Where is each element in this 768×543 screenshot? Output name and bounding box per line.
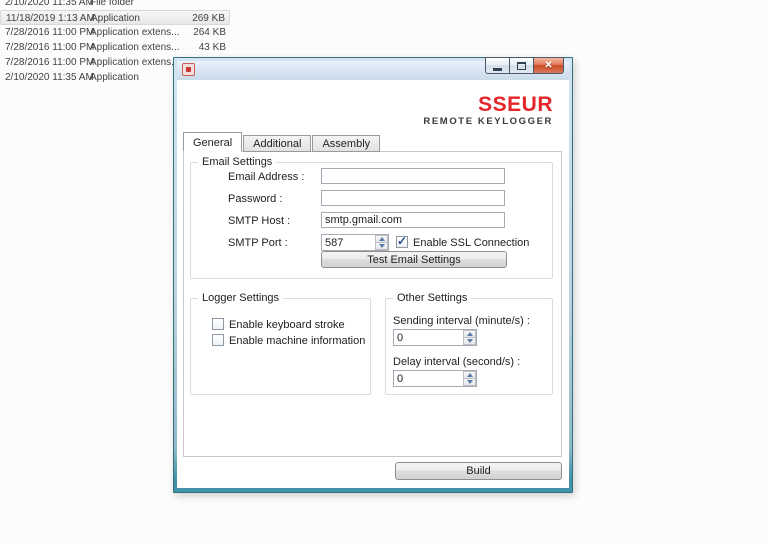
window-controls: ✕: [486, 57, 564, 74]
tab-additional[interactable]: Additional: [243, 135, 311, 152]
smtp-host-label: SMTP Host :: [228, 215, 290, 227]
arrow-down-icon: [467, 380, 473, 384]
file-size: 43 KB: [199, 40, 226, 55]
spinner-buttons: [463, 371, 476, 386]
ssl-checkbox[interactable]: ✓: [396, 236, 408, 248]
arrow-down-icon: [467, 339, 473, 343]
arrow-up-icon: [467, 332, 473, 336]
app-icon: [182, 63, 195, 76]
file-type: Application extens...: [90, 55, 180, 70]
file-row-selected[interactable]: 11/18/2019 1:13 AM Application 269 KB: [0, 10, 230, 25]
test-email-settings-button[interactable]: Test Email Settings: [321, 251, 507, 268]
minimize-button[interactable]: [485, 57, 510, 74]
file-type: Application: [90, 70, 139, 85]
smtp-port-label: SMTP Port :: [228, 237, 288, 249]
sending-interval-input[interactable]: [394, 330, 463, 345]
sending-interval-stepper[interactable]: [393, 329, 477, 346]
minimize-icon: [493, 68, 502, 71]
file-type: Application: [91, 11, 140, 26]
arrow-up-icon: [467, 373, 473, 377]
ssl-checkbox-label: Enable SSL Connection: [413, 237, 529, 249]
tab-general[interactable]: General: [183, 132, 242, 152]
file-date: 7/28/2016 11:00 PM: [5, 40, 94, 55]
arrow-up-icon: [379, 237, 385, 241]
logger-settings-legend: Logger Settings: [198, 292, 283, 304]
tab-strip: General Additional Assembly: [183, 132, 381, 152]
email-address-input[interactable]: [321, 168, 505, 184]
smtp-port-input[interactable]: [322, 235, 375, 250]
delay-interval-input[interactable]: [394, 371, 463, 386]
maximize-icon: [517, 62, 526, 70]
file-date: 7/28/2016 11:00 PM: [5, 55, 94, 70]
brand-tagline: REMOTE KEYLOGGER: [423, 116, 553, 127]
password-input[interactable]: [321, 190, 505, 206]
password-label: Password :: [228, 193, 282, 205]
machine-information-label: Enable machine information: [229, 335, 365, 347]
arrow-down-icon: [379, 244, 385, 248]
close-icon: ✕: [544, 61, 552, 71]
file-size: 264 KB: [193, 25, 226, 40]
app-icon-glyph: [186, 67, 191, 72]
maximize-button[interactable]: [509, 57, 534, 74]
build-button[interactable]: Build: [395, 462, 562, 480]
file-row[interactable]: 2/10/2020 11:35 AM File folder: [0, 0, 230, 10]
file-size: 269 KB: [192, 11, 225, 26]
other-settings-legend: Other Settings: [393, 292, 471, 304]
email-address-label: Email Address :: [228, 171, 304, 183]
sending-interval-label: Sending interval (minute/s) :: [393, 315, 530, 327]
delay-interval-stepper[interactable]: [393, 370, 477, 387]
spinner-buttons: [463, 330, 476, 345]
machine-information-checkbox[interactable]: [212, 334, 224, 346]
file-date: 2/10/2020 11:35 AM: [5, 0, 94, 10]
email-settings-legend: Email Settings: [198, 156, 276, 168]
spin-down-button[interactable]: [375, 242, 388, 250]
file-date: 7/28/2016 11:00 PM: [5, 25, 94, 40]
file-row[interactable]: 7/28/2016 11:00 PM Application extens...…: [0, 40, 230, 55]
dialog-client-area: SSEUR REMOTE KEYLOGGER General Additiona…: [177, 80, 569, 488]
close-button[interactable]: ✕: [533, 57, 564, 74]
file-type: Application extens...: [90, 40, 180, 55]
smtp-host-input[interactable]: [321, 212, 505, 228]
keylogger-builder-window: ✕ SSEUR REMOTE KEYLOGGER General Additio…: [173, 57, 573, 493]
keyboard-stroke-label: Enable keyboard stroke: [229, 319, 345, 331]
spin-down-button[interactable]: [463, 378, 476, 386]
smtp-port-stepper[interactable]: [321, 234, 389, 251]
file-row[interactable]: 7/28/2016 11:00 PM Application extens...…: [0, 25, 230, 40]
brand-logo: SSEUR REMOTE KEYLOGGER: [423, 94, 553, 127]
file-type: Application extens...: [90, 25, 180, 40]
tab-assembly[interactable]: Assembly: [312, 135, 380, 152]
keyboard-stroke-checkbox[interactable]: [212, 318, 224, 330]
delay-interval-label: Delay interval (second/s) :: [393, 356, 520, 368]
spin-down-button[interactable]: [463, 337, 476, 345]
spinner-buttons: [375, 235, 388, 250]
file-date: 2/10/2020 11:35 AM: [5, 70, 94, 85]
check-icon: ✓: [397, 234, 407, 248]
file-date: 11/18/2019 1:13 AM: [6, 11, 95, 26]
file-type: File folder: [90, 0, 134, 10]
brand-name: SSEUR: [423, 94, 553, 116]
